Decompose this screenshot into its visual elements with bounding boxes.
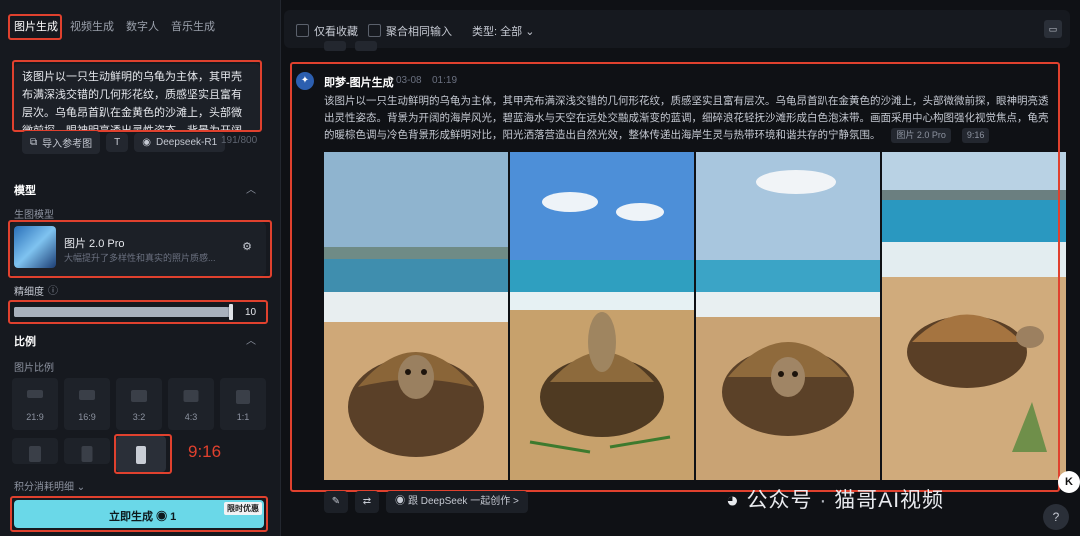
ratio-annotation: 9:16 [188,442,222,461]
deepseek-icon: ◉ [142,137,151,148]
result-image-2[interactable] [510,152,694,480]
model-sub-title: 生图模型 [14,210,54,221]
prompt-input[interactable]: 该图片以一只生动鲜明的乌龟为主体，其甲壳布满深浅交错的几何形花纹，质感坚实且富有… [14,64,260,132]
tab-digital-human[interactable]: 数字人 [120,14,165,38]
ratio-shape-icon [81,446,93,462]
ratio-9-16[interactable] [116,436,166,472]
merge-label[interactable]: 聚合相同输入 [386,23,452,39]
ratio-sub-title: 图片比例 [14,363,54,374]
chevron-down-icon: ⌄ [525,26,535,38]
ratio-3-2[interactable]: 3:2 [116,378,162,430]
ratio-shape-icon [236,390,250,404]
char-count: 191/800 [221,135,258,146]
ratio-shape-icon [27,390,43,398]
tab-image-gen[interactable]: 图片生成 [8,14,64,38]
text-style-button[interactable]: T [106,133,129,152]
ratio-3-4[interactable] [12,438,58,464]
prev-action-button[interactable] [324,41,346,51]
result-image-4[interactable] [882,152,1066,480]
precision-label: 精细度 [14,287,44,298]
model-selector[interactable]: 图片 2.0 Pro 大幅提升了多样性和真实的照片质感... ⚙ [10,222,266,276]
prompt-tools: ⧉ 导入参考图 T ◉ Deepseek-R1 [22,131,226,154]
ratio-21-9[interactable]: 21:9 [12,378,58,430]
settings-icon[interactable]: ⚙ [242,240,252,253]
ratio-16-9[interactable]: 16:9 [64,378,110,430]
edit-icon[interactable]: ✎ [324,491,348,513]
prev-action-button-2[interactable] [355,41,377,51]
ratio-shape-icon [79,390,95,400]
left-panel: 图片生成 视频生成 数字人 音乐生成 该图片以一只生动鲜明的乌龟为主体，其甲壳布… [0,0,281,536]
regenerate-icon[interactable]: ⇄ [355,491,379,513]
type-filter[interactable]: 类型: 全部 ⌄ [472,23,534,39]
ratio-shape-icon [131,390,147,402]
model-thumbnail [14,226,56,268]
fav-label[interactable]: 仅看收藏 [314,23,358,39]
slider-fill [14,307,228,317]
collapse-model-icon[interactable]: ︿ [246,181,256,196]
post-prompt: 该图片以一只生动鲜明的乌龟为主体，其甲壳布满深浅交错的几何形花纹，质感坚实且富有… [324,95,1049,143]
result-image-3[interactable] [696,152,880,480]
ratio-section-title: 比例 [14,336,36,348]
deepseek-icon: ◉ [395,496,408,507]
result-image-1[interactable] [324,152,508,480]
deepseek-button[interactable]: ◉ Deepseek-R1 [134,133,226,152]
slider-handle[interactable] [229,304,233,320]
ratio-shape-icon [29,446,41,462]
image-icon: ⧉ [30,137,38,148]
ratio-2-3[interactable] [64,438,110,464]
precision-value: 10 [245,307,257,318]
chevron-down-icon: ⌄ [76,482,86,493]
model-desc: 大幅提升了多样性和真实的照片质感... [64,253,216,263]
deepseek-create-button[interactable]: ◉ 跟 DeepSeek 一起创作 > [386,491,528,513]
help-button[interactable]: ? [1043,504,1069,530]
tab-video-gen[interactable]: 视频生成 [64,14,120,38]
ratio-tag[interactable]: 9:16 [961,128,990,143]
wechat-icon: ◕ [726,489,747,512]
collapse-ratio-icon[interactable]: ︿ [246,332,256,347]
promo-badge: 限时优惠 [224,502,262,515]
generate-button[interactable]: 立即生成 ◉ 1 限时优惠 [14,500,264,528]
watermark: ◕ 公众号 · 猫哥AI视频 [726,489,945,512]
ratio-shape-icon [136,446,146,464]
mode-tabs: 图片生成 视频生成 数字人 音乐生成 [8,14,221,38]
toolbar: 仅看收藏 聚合相同输入 类型: 全部 ⌄ ▭ [284,10,1070,48]
k-logo-button[interactable]: K [1058,471,1080,493]
tab-music-gen[interactable]: 音乐生成 [165,14,221,38]
model-name: 图片 2.0 Pro [64,238,125,250]
post-date: 03-08 [396,75,422,86]
ratio-1-1[interactable]: 1:1 [220,378,266,430]
precision-slider[interactable] [14,307,232,317]
info-icon[interactable]: ⓘ [48,282,58,297]
jimeng-avatar-icon: ✦ [296,72,314,90]
folder-icon[interactable]: ▭ [1044,20,1062,38]
credit-icon: ◉ [156,511,168,523]
merge-checkbox[interactable] [368,24,381,37]
import-ref-button[interactable]: ⧉ 导入参考图 [22,131,101,154]
model-tag[interactable]: 图片 2.0 Pro [891,128,951,143]
ratio-4-3[interactable]: 4:3 [168,378,214,430]
model-section-title: 模型 [14,185,36,197]
post-title: 即梦-图片生成 [324,77,394,89]
text-icon: T [114,137,121,148]
ratio-shape-icon [183,390,199,402]
fav-checkbox[interactable] [296,24,309,37]
post-time: 01:19 [432,75,458,86]
credits-detail-toggle[interactable]: 积分消耗明细 ⌄ [14,478,85,493]
